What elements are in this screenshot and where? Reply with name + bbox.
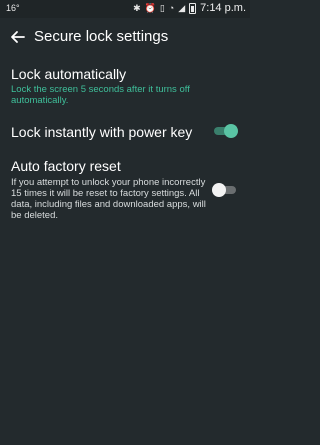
app-bar: Secure lock settings	[0, 18, 250, 58]
setting-title: Lock automatically	[11, 66, 127, 82]
signal-icon: ◢	[178, 3, 186, 13]
status-bar: 16° ✱ ⏰ ▯ ◔ ◢ 7:14 p.m.	[0, 0, 250, 18]
status-time: 7:14 p.m.	[200, 2, 246, 14]
setting-summary: Lock the screen 5 seconds after it turns…	[11, 84, 190, 106]
wifi-icon: ◔	[168, 3, 175, 13]
back-arrow-icon[interactable]	[9, 28, 27, 46]
vibrate-icon: ▯	[159, 3, 165, 13]
alarm-icon: ⏰	[144, 3, 156, 13]
toggle-thumb	[212, 183, 226, 197]
lock-instantly-toggle[interactable]	[212, 124, 238, 138]
page-title: Secure lock settings	[34, 28, 169, 45]
bluetooth-icon: ✱	[133, 3, 141, 13]
setting-summary: If you attempt to unlock your phone inco…	[11, 177, 206, 221]
battery-icon	[189, 2, 197, 14]
temperature: 16°	[6, 3, 20, 13]
setting-lock-automatically[interactable]: Lock automatically Lock the screen 5 sec…	[0, 58, 250, 110]
setting-auto-factory-reset[interactable]: Auto factory reset If you attempt to unl…	[0, 152, 250, 232]
status-icons: ✱ ⏰ ▯ ◔ ◢ 7:14 p.m.	[133, 2, 246, 14]
auto-factory-reset-toggle[interactable]	[212, 183, 238, 197]
toggle-thumb	[224, 124, 238, 138]
setting-title: Lock instantly with power key	[11, 124, 193, 140]
setting-title: Auto factory reset	[11, 158, 121, 174]
setting-lock-instantly[interactable]: Lock instantly with power key	[0, 116, 250, 148]
